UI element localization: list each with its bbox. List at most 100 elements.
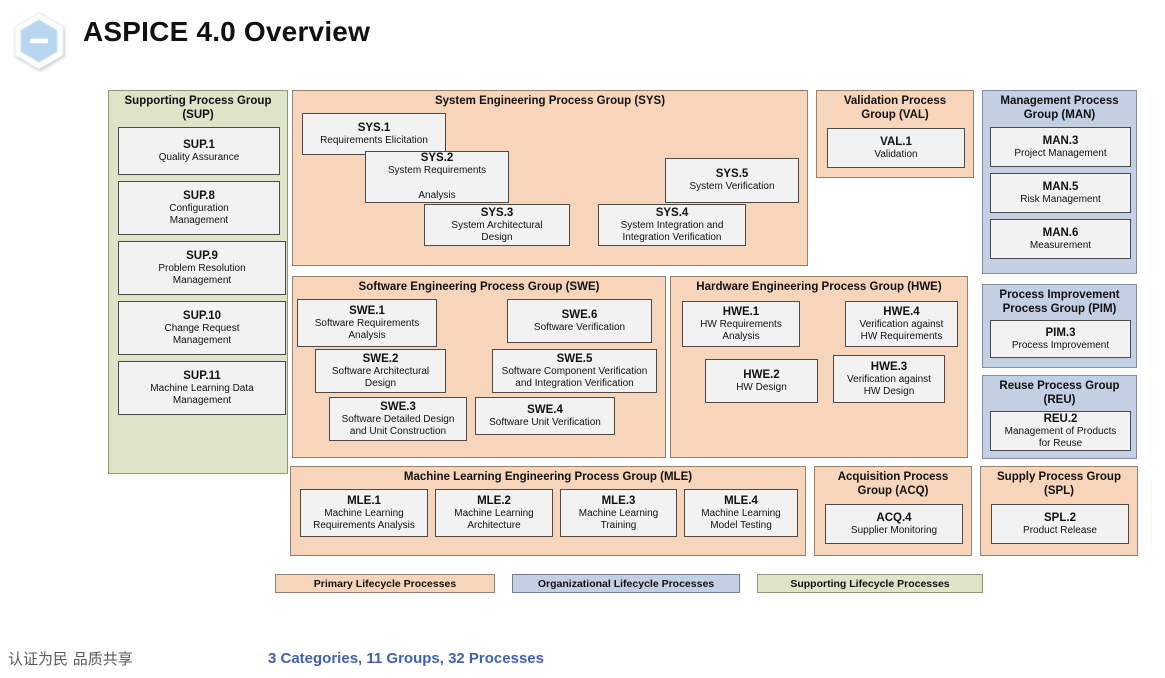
group-val: Validation Process Group (VAL) VAL.1 Val… xyxy=(816,90,974,178)
process-name: System Verification xyxy=(689,181,774,194)
process-id: SYS.2 xyxy=(421,151,454,165)
group-val-title: Validation Process Group (VAL) xyxy=(817,91,973,122)
process-name: Management of Products for Reuse xyxy=(1005,426,1117,451)
process-mle-1[interactable]: MLE.1 Machine Learning Requirements Anal… xyxy=(300,489,428,537)
legend-label: Primary Lifecycle Processes xyxy=(314,578,456,590)
process-name: System Integration and Integration Verif… xyxy=(621,220,724,245)
process-id: SUP.8 xyxy=(183,189,215,203)
group-acq-title: Acquisition Process Group (ACQ) xyxy=(815,467,971,498)
group-sys: System Engineering Process Group (SYS) S… xyxy=(292,90,808,266)
process-swe-6[interactable]: SWE.6 Software Verification xyxy=(507,299,652,343)
process-name: Requirements Elicitation xyxy=(320,135,428,148)
process-id: HWE.4 xyxy=(883,305,919,319)
legend-label: Supporting Lifecycle Processes xyxy=(790,578,949,590)
process-name: Verification against HW Design xyxy=(847,374,931,399)
process-id: HWE.1 xyxy=(723,305,759,319)
process-mle-4[interactable]: MLE.4 Machine Learning Model Testing xyxy=(684,489,798,537)
process-name: System Architectural Design xyxy=(451,220,542,245)
legend-supporting-lifecycle: Supporting Lifecycle Processes xyxy=(757,574,983,593)
process-name: Machine Learning Data Management xyxy=(150,383,253,408)
process-id: SWE.3 xyxy=(380,400,416,414)
process-id: MLE.2 xyxy=(477,494,511,508)
summary-text: 3 Categories, 11 Groups, 32 Processes xyxy=(268,650,544,667)
process-hwe-1[interactable]: HWE.1 HW Requirements Analysis xyxy=(682,301,800,347)
group-pim-title: Process Improvement Process Group (PIM) xyxy=(983,285,1136,316)
slide-canvas: ASPICE 4.0 Overview Supporting Process G… xyxy=(0,0,1165,678)
process-sys-5[interactable]: SYS.5 System Verification xyxy=(665,158,799,203)
legend-label: Organizational Lifecycle Processes xyxy=(538,578,714,590)
process-name: Machine Learning Architecture xyxy=(454,508,534,533)
process-name: Problem Resolution Management xyxy=(158,263,245,288)
process-name: Quality Assurance xyxy=(159,152,240,165)
process-swe-1[interactable]: SWE.1 Software Requirements Analysis xyxy=(297,299,437,347)
process-id: PIM.3 xyxy=(1045,326,1075,340)
process-id: SYS.5 xyxy=(716,167,749,181)
process-man-6[interactable]: MAN.6 Measurement xyxy=(990,219,1131,259)
process-name: System Requirements Analysis xyxy=(388,165,486,203)
legend-primary-lifecycle: Primary Lifecycle Processes xyxy=(275,574,495,593)
process-sup-8[interactable]: SUP.8 Configuration Management xyxy=(118,181,280,235)
group-man-title: Management Process Group (MAN) xyxy=(983,91,1136,122)
process-sys-3[interactable]: SYS.3 System Architectural Design xyxy=(424,204,570,246)
process-id: HWE.3 xyxy=(871,360,907,374)
process-man-3[interactable]: MAN.3 Project Management xyxy=(990,127,1131,167)
process-pim-3[interactable]: PIM.3 Process Improvement xyxy=(990,320,1131,358)
process-name: Software Verification xyxy=(534,322,625,335)
process-swe-3[interactable]: SWE.3 Software Detailed Design and Unit … xyxy=(329,397,467,441)
process-name: Measurement xyxy=(1030,240,1091,253)
process-name: Machine Learning Training xyxy=(579,508,659,533)
process-sys-1[interactable]: SYS.1 Requirements Elicitation xyxy=(302,113,446,155)
process-hwe-4[interactable]: HWE.4 Verification against HW Requiremen… xyxy=(845,301,958,347)
group-sup: Supporting Process Group (SUP) SUP.1 Qua… xyxy=(108,90,288,474)
process-id: ACQ.4 xyxy=(876,511,911,525)
process-id: VAL.1 xyxy=(880,135,912,149)
page-title: ASPICE 4.0 Overview xyxy=(83,16,370,48)
process-spl-2[interactable]: SPL.2 Product Release xyxy=(991,504,1129,544)
process-name: HW Design xyxy=(736,382,787,395)
process-swe-2[interactable]: SWE.2 Software Architectural Design xyxy=(315,349,446,393)
process-id: MAN.3 xyxy=(1043,134,1079,148)
process-id: SYS.4 xyxy=(656,206,689,220)
process-id: SWE.6 xyxy=(562,308,598,322)
process-name: Project Management xyxy=(1014,148,1106,161)
process-reu-2[interactable]: REU.2 Management of Products for Reuse xyxy=(990,411,1131,451)
process-val-1[interactable]: VAL.1 Validation xyxy=(827,128,965,168)
process-id: SWE.1 xyxy=(349,304,385,318)
group-pim: Process Improvement Process Group (PIM) … xyxy=(982,284,1137,368)
process-mle-2[interactable]: MLE.2 Machine Learning Architecture xyxy=(435,489,553,537)
process-id: MLE.3 xyxy=(602,494,636,508)
group-hwe: Hardware Engineering Process Group (HWE)… xyxy=(670,276,968,458)
process-sup-1[interactable]: SUP.1 Quality Assurance xyxy=(118,127,280,175)
hexagon-minus-icon xyxy=(8,10,70,72)
process-name: Product Release xyxy=(1023,525,1097,538)
group-hwe-title: Hardware Engineering Process Group (HWE) xyxy=(671,277,967,295)
process-id: SUP.9 xyxy=(186,249,218,263)
process-hwe-2[interactable]: HWE.2 HW Design xyxy=(705,359,818,403)
process-id: SYS.3 xyxy=(481,206,514,220)
process-acq-4[interactable]: ACQ.4 Supplier Monitoring xyxy=(825,504,963,544)
group-swe: Software Engineering Process Group (SWE)… xyxy=(292,276,666,458)
process-sup-10[interactable]: SUP.10 Change Request Management xyxy=(118,301,286,355)
process-name: Machine Learning Requirements Analysis xyxy=(313,508,415,533)
group-spl-title: Supply Process Group (SPL) xyxy=(981,467,1137,498)
process-hwe-3[interactable]: HWE.3 Verification against HW Design xyxy=(833,355,945,403)
group-sys-title: System Engineering Process Group (SYS) xyxy=(293,91,807,109)
process-name: Supplier Monitoring xyxy=(851,525,937,538)
group-man: Management Process Group (MAN) MAN.3 Pro… xyxy=(982,90,1137,274)
process-swe-4[interactable]: SWE.4 Software Unit Verification xyxy=(475,397,615,435)
process-man-5[interactable]: MAN.5 Risk Management xyxy=(990,173,1131,213)
process-swe-5[interactable]: SWE.5 Software Component Verification an… xyxy=(492,349,657,393)
process-sup-11[interactable]: SUP.11 Machine Learning Data Management xyxy=(118,361,286,415)
process-name: HW Requirements Analysis xyxy=(700,319,782,344)
process-name: Software Architectural Design xyxy=(332,366,429,391)
process-id: SUP.11 xyxy=(183,369,221,383)
process-sup-9[interactable]: SUP.9 Problem Resolution Management xyxy=(118,241,286,295)
process-sys-2[interactable]: SYS.2 System Requirements Analysis xyxy=(365,151,509,203)
process-name: Process Improvement xyxy=(1012,340,1109,353)
process-mle-3[interactable]: MLE.3 Machine Learning Training xyxy=(560,489,677,537)
process-sys-4[interactable]: SYS.4 System Integration and Integration… xyxy=(598,204,746,246)
process-name: Machine Learning Model Testing xyxy=(701,508,781,533)
process-name: Configuration Management xyxy=(169,203,228,228)
group-reu: Reuse Process Group (REU) REU.2 Manageme… xyxy=(982,375,1137,459)
group-swe-title: Software Engineering Process Group (SWE) xyxy=(293,277,665,295)
